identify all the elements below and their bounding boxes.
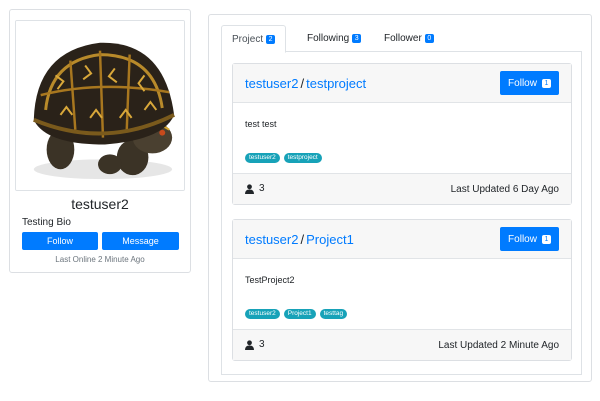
follow-count-badge: 1: [541, 234, 551, 244]
tab-label: Follower: [384, 33, 422, 44]
project-card-footer: 3 Last Updated 6 Day Ago: [233, 173, 571, 204]
project-tags: testuser2 Project1 testtag: [245, 309, 348, 319]
tab-label: Following: [307, 33, 350, 44]
follow-user-button[interactable]: Follow: [22, 232, 98, 250]
follow-label: Follow: [508, 77, 537, 89]
project-name-link[interactable]: testproject: [306, 76, 366, 91]
message-button[interactable]: Message: [102, 232, 179, 250]
project-owner-link[interactable]: testuser2: [245, 232, 298, 247]
title-separator: /: [300, 232, 305, 247]
last-online-text: Last Online 2 Minute Ago: [55, 255, 145, 264]
member-count: 3: [245, 339, 265, 350]
follow-project-button[interactable]: Follow 1: [500, 227, 559, 251]
last-updated-text: Last Updated 6 Day Ago: [450, 184, 559, 195]
member-count-value: 3: [259, 339, 265, 350]
follow-label: Follow: [508, 233, 537, 245]
project-title: testuser2/testproject: [245, 76, 366, 91]
tab-bar: Project 2 Following 3 Follower 0: [221, 25, 582, 53]
tag-badge[interactable]: Project1: [283, 309, 316, 319]
project-card-header: testuser2/Project1 Follow 1: [233, 220, 571, 259]
profile-card: testuser2 Testing Bio Follow Message Las…: [9, 9, 191, 273]
project-owner-link[interactable]: testuser2: [245, 76, 298, 91]
last-updated-text: Last Updated 2 Minute Ago: [438, 340, 559, 351]
follow-count-badge: 1: [541, 78, 551, 88]
project-list: testuser2/testproject Follow 1 test test…: [221, 52, 582, 375]
member-count: 3: [245, 183, 265, 194]
tag-badge[interactable]: testtag: [319, 309, 348, 319]
user-icon: [245, 183, 254, 194]
title-separator: /: [300, 76, 305, 91]
member-count-value: 3: [259, 183, 265, 194]
tag-badge[interactable]: testuser2: [245, 153, 280, 163]
tab-count-badge: 2: [266, 34, 276, 44]
project-description: test test: [245, 119, 277, 129]
follow-project-button[interactable]: Follow 1: [500, 71, 559, 95]
tab-project[interactable]: Project 2: [221, 25, 287, 53]
project-title: testuser2/Project1: [245, 232, 354, 247]
project-card-header: testuser2/testproject Follow 1: [233, 64, 571, 103]
tab-count-badge: 3: [352, 34, 362, 43]
tab-label: Project: [232, 33, 264, 45]
tab-following[interactable]: Following 3: [297, 25, 371, 52]
avatar: [15, 20, 185, 191]
user-icon: [245, 339, 254, 350]
turtle-avatar-image: [16, 21, 184, 190]
project-card-footer: 3 Last Updated 2 Minute Ago: [233, 329, 571, 360]
project-card: testuser2/testproject Follow 1 test test…: [232, 63, 572, 205]
tag-badge[interactable]: testproject: [283, 153, 322, 163]
project-description: TestProject2: [245, 275, 295, 285]
profile-bio: Testing Bio: [22, 217, 71, 228]
project-tags: testuser2 testproject: [245, 153, 322, 163]
project-card: testuser2/Project1 Follow 1 TestProject2…: [232, 219, 572, 361]
tab-follower[interactable]: Follower 0: [374, 25, 444, 52]
main-panel: Project 2 Following 3 Follower 0 testuse…: [208, 14, 592, 382]
tag-badge[interactable]: testuser2: [245, 309, 280, 319]
profile-username: testuser2: [71, 196, 129, 212]
project-name-link[interactable]: Project1: [306, 232, 354, 247]
tab-count-badge: 0: [424, 34, 434, 43]
